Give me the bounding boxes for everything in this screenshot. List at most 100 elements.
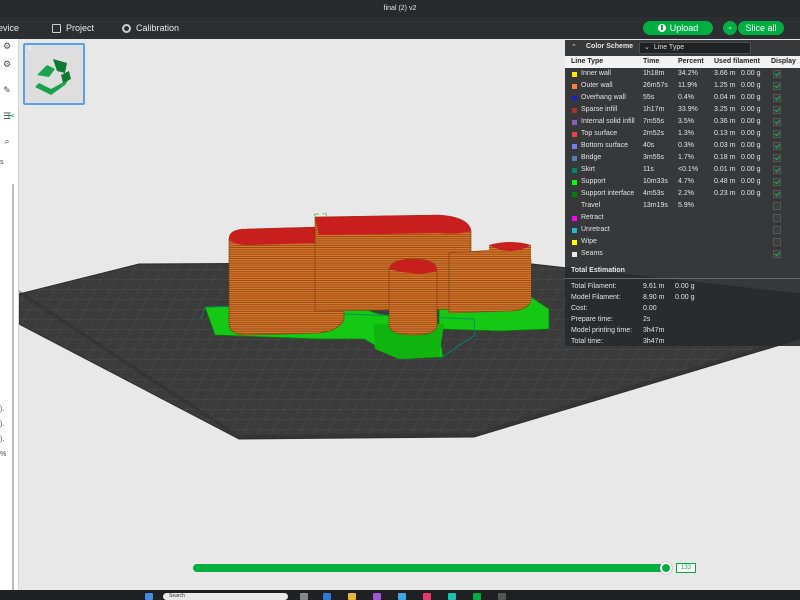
line-type-percent: 5.9% (678, 202, 694, 209)
divider (565, 278, 800, 279)
display-checkbox[interactable] (773, 130, 781, 138)
edge-icon[interactable] (323, 593, 331, 600)
calibration-icon (122, 23, 131, 33)
taskbar-search-text: Search (169, 593, 185, 599)
tab-calibration-label: Calibration (136, 23, 180, 33)
display-checkbox[interactable] (773, 106, 781, 114)
display-checkbox[interactable] (773, 238, 781, 246)
display-checkbox[interactable] (773, 250, 781, 258)
estimation-label: Model printing time: (571, 327, 633, 334)
layer-slider-handle[interactable] (660, 562, 672, 574)
line-type-name: Unretract (581, 226, 610, 233)
line-type-percent: 11.9% (678, 82, 698, 89)
tab-project[interactable]: Project (52, 17, 94, 39)
panel-label-s: s (0, 159, 4, 166)
line-type-swatch (572, 108, 577, 113)
panel-scrollbar[interactable] (12, 184, 14, 600)
line-type-length: 0.13 m (714, 130, 736, 137)
color-scheme-select[interactable]: ⌄ Line Type (639, 42, 751, 54)
app-icon[interactable] (398, 593, 406, 600)
col-time: Time (643, 58, 660, 65)
display-checkbox[interactable] (773, 214, 781, 222)
line-type-name: Wipe (581, 238, 597, 245)
app-icon[interactable] (448, 593, 456, 600)
layer-slider-track[interactable] (193, 564, 668, 572)
display-checkbox[interactable] (773, 226, 781, 234)
legend-row: Retract (565, 212, 800, 224)
panel-readout: % (0, 451, 7, 458)
line-type-name: Sparse infill (581, 106, 618, 113)
line-type-percent: 2.2% (678, 190, 694, 197)
line-type-length: 0.03 m (714, 142, 736, 149)
tab-device[interactable]: evice (0, 17, 19, 39)
line-type-percent: 1.7% (678, 154, 694, 161)
tab-calibration[interactable]: Calibration (122, 17, 179, 39)
estimation-row: Model printing time: 3h47m (565, 326, 800, 337)
line-type-time: 26m57s (643, 82, 668, 89)
line-type-swatch (572, 72, 577, 77)
model-right-tower (489, 245, 531, 307)
line-type-time: 11s (643, 166, 654, 173)
collapse-icon[interactable]: ⌃ (571, 43, 577, 51)
display-checkbox[interactable] (773, 190, 781, 198)
display-checkbox[interactable] (773, 202, 781, 210)
display-checkbox[interactable] (773, 118, 781, 126)
estimation-value: 0.00 (643, 305, 657, 312)
line-type-percent: <0.1% (678, 166, 699, 173)
estimation-value: 3h47m (643, 338, 665, 345)
app-icon[interactable] (373, 593, 381, 600)
app-icon[interactable] (498, 593, 506, 600)
total-estimation-title: Total Estimation (571, 267, 625, 274)
col-display: Display (771, 58, 796, 65)
display-checkbox[interactable] (773, 166, 781, 174)
estimation-row: Model Filament: 8.90 m 0.00 g (565, 293, 800, 304)
taskbar-search[interactable]: Search (163, 593, 288, 600)
display-checkbox[interactable] (773, 154, 781, 162)
line-type-swatch (572, 192, 577, 197)
bambu-studio-icon[interactable] (473, 593, 481, 600)
chevron-down-icon: ⌄ (727, 24, 733, 31)
display-checkbox[interactable] (773, 94, 781, 102)
upload-button[interactable]: Upload (643, 21, 713, 35)
plate-number: 1 (28, 46, 32, 52)
line-type-weight: 0.00 g (741, 178, 761, 185)
layer-value-badge: 133 (676, 563, 696, 573)
legend-row: Overhang wall 55s 0.4% 0.04 m 0.00 g (565, 92, 800, 104)
line-type-percent: 0.4% (678, 94, 694, 101)
display-checkbox[interactable] (773, 70, 781, 78)
legend-header: ⌃ Color Scheme ⌄ Line Type (565, 40, 800, 56)
estimation-row: Total Filament: 9.61 m 0.00 g (565, 282, 800, 293)
tab-project-label: Project (66, 23, 95, 33)
line-type-name: Retract (581, 214, 604, 221)
gcode-legend-panel: ⌃ Color Scheme ⌄ Line Type Line Type Time… (565, 40, 800, 346)
app-icon[interactable] (423, 593, 431, 600)
line-type-length: 0.04 m (714, 94, 736, 101)
line-type-swatch (572, 204, 577, 209)
line-type-time: 1h18m (643, 70, 665, 77)
legend-row: Travel 13m19s 5.9% (565, 200, 800, 212)
start-icon[interactable] (145, 593, 153, 600)
panel-readout: ). (0, 406, 5, 413)
edit-icon[interactable]: ✎ (2, 85, 12, 95)
plate-thumbnail[interactable]: 1 (23, 43, 85, 105)
line-type-time: 13m19s (643, 202, 668, 209)
filament-gear-icon[interactable]: ⚙ (2, 59, 12, 69)
chevron-down-icon: ⌄ (644, 44, 650, 51)
line-type-swatch (572, 144, 577, 149)
display-checkbox[interactable] (773, 142, 781, 150)
split-icon[interactable]: ✂ (6, 111, 16, 121)
slice-all-button[interactable]: Slice all (738, 21, 784, 35)
line-type-length: 0.36 m (714, 118, 736, 125)
line-type-swatch (572, 240, 577, 245)
line-type-length: 3.66 m (714, 70, 736, 77)
task-view-icon[interactable] (300, 593, 308, 600)
line-type-swatch (572, 84, 577, 89)
explorer-icon[interactable] (348, 593, 356, 600)
search-icon[interactable]: ⌕ (2, 136, 12, 146)
display-checkbox[interactable] (773, 82, 781, 90)
settings-gear-icon[interactable]: ⚙ (2, 41, 12, 51)
line-type-time: 3m55s (643, 154, 665, 161)
upload-dropdown-button[interactable]: ⌄ (723, 21, 737, 35)
display-checkbox[interactable] (773, 178, 781, 186)
line-type-name: Inner wall (581, 70, 611, 77)
